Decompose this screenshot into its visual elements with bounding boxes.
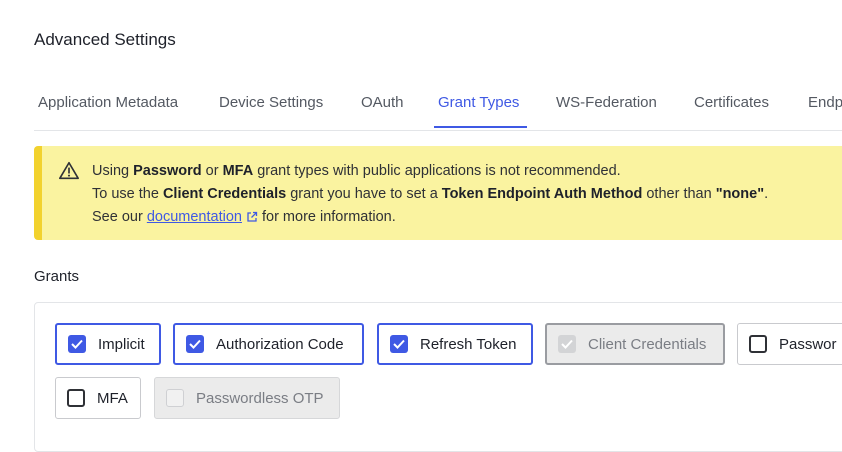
checkmark-icon: [390, 335, 408, 353]
checkbox-icon: [749, 335, 767, 353]
tab-application-metadata[interactable]: Application Metadata: [38, 94, 178, 111]
warning-line-3: See our documentation for more informati…: [92, 209, 396, 225]
documentation-link[interactable]: documentation: [147, 209, 242, 225]
grant-label: Implicit: [98, 335, 145, 353]
checkbox-icon: [166, 389, 184, 407]
checkmark-icon: [68, 335, 86, 353]
external-link-icon: [247, 211, 258, 222]
warning-triangle-icon: [59, 161, 79, 180]
grant-mfa-checkbox[interactable]: MFA: [55, 377, 141, 419]
tab-grant-types[interactable]: Grant Types: [438, 94, 519, 111]
grant-label: MFA: [97, 389, 128, 407]
page-title: Advanced Settings: [34, 30, 176, 49]
grant-label: Refresh Token: [420, 335, 517, 353]
grant-refresh-token-checkbox[interactable]: Refresh Token: [377, 323, 533, 365]
grant-label: Authorization Code: [216, 335, 344, 353]
grant-client-credentials-checkbox: Client Credentials: [545, 323, 725, 365]
tab-endpoints[interactable]: Endp: [808, 94, 842, 111]
checkmark-icon: [558, 335, 576, 353]
warning-line-2: To use the Client Credentials grant you …: [92, 186, 769, 202]
warning-line-1: Using Password or MFA grant types with p…: [92, 163, 621, 179]
warning-banner: Using Password or MFA grant types with p…: [34, 146, 842, 240]
grant-label: Passwordless OTP: [196, 389, 324, 407]
tab-oauth[interactable]: OAuth: [361, 94, 404, 111]
settings-tabs: Application Metadata Device Settings OAu…: [34, 88, 842, 131]
checkmark-icon: [186, 335, 204, 353]
tab-ws-federation[interactable]: WS-Federation: [556, 94, 657, 111]
grant-implicit-checkbox[interactable]: Implicit: [55, 323, 161, 365]
active-tab-indicator: [434, 126, 527, 128]
grants-label: Grants: [34, 268, 80, 285]
grant-label: Client Credentials: [588, 335, 707, 353]
grant-authorization-code-checkbox[interactable]: Authorization Code: [173, 323, 364, 365]
grant-passwordless-otp-checkbox: Passwordless OTP: [154, 377, 340, 419]
checkbox-icon: [67, 389, 85, 407]
tab-device-settings[interactable]: Device Settings: [219, 94, 323, 111]
grant-password-checkbox[interactable]: Passwor: [737, 323, 842, 365]
grants-container: Implicit Authorization Code Refresh Toke…: [34, 302, 842, 452]
grant-label: Passwor: [779, 335, 837, 353]
tab-certificates[interactable]: Certificates: [694, 94, 769, 111]
